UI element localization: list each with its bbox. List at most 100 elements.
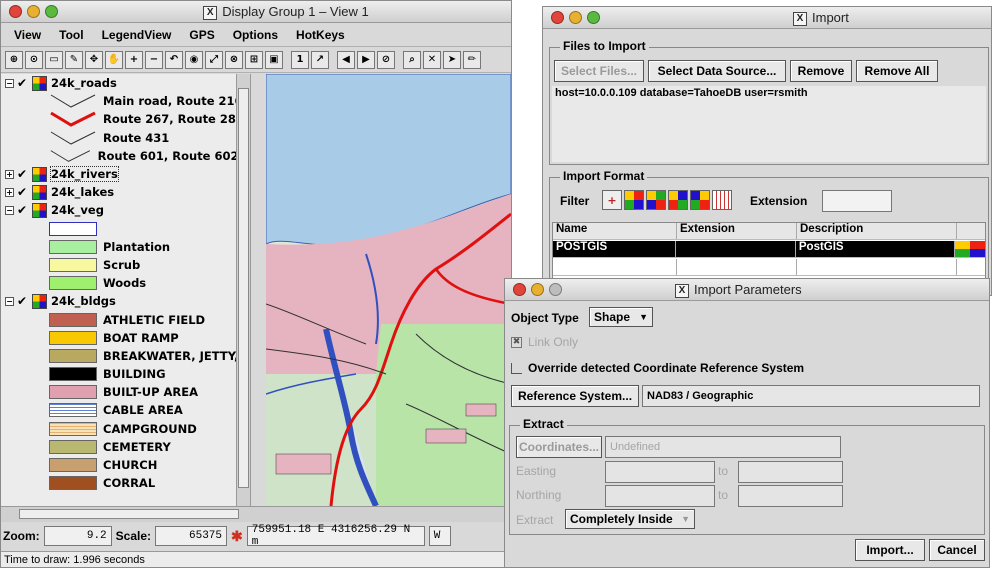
legend-layer[interactable]: − ✔ 24k_roads bbox=[1, 74, 250, 92]
menu-tool[interactable]: Tool bbox=[50, 28, 92, 42]
remove-button[interactable]: Remove bbox=[790, 60, 852, 82]
main-titlebar[interactable]: X Display Group 1 – View 1 bbox=[1, 1, 511, 23]
col-name[interactable]: Name bbox=[553, 223, 677, 239]
zoom-fit-icon[interactable]: ⊙ bbox=[25, 50, 43, 69]
filter-raster-icon[interactable] bbox=[624, 190, 644, 210]
legend-item[interactable]: Plantation bbox=[1, 238, 250, 256]
fit-view-icon[interactable]: ⊞ bbox=[245, 50, 263, 69]
legend-item[interactable]: ATHLETIC FIELD bbox=[1, 310, 250, 328]
expander-icon[interactable]: − bbox=[5, 296, 14, 306]
legend-item[interactable]: Route 267, Route 28… bbox=[1, 110, 250, 128]
search-icon[interactable]: ⌕ bbox=[403, 50, 421, 69]
map-canvas[interactable] bbox=[266, 74, 511, 506]
expander-icon[interactable]: + bbox=[5, 187, 14, 197]
zoom-scale-icon[interactable]: ⊗ bbox=[225, 50, 243, 69]
filter-vector-icon[interactable]: + bbox=[602, 190, 622, 210]
coordinates-button[interactable]: Coordinates... bbox=[516, 436, 602, 458]
legend-item[interactable]: CORRAL bbox=[1, 474, 250, 492]
stop-icon[interactable]: ⊘ bbox=[377, 50, 395, 69]
expander-icon[interactable]: − bbox=[5, 205, 14, 215]
menu-view[interactable]: View bbox=[5, 28, 50, 42]
select-icon[interactable]: ➤ bbox=[443, 50, 461, 69]
reference-system-field[interactable]: NAD83 / Geographic bbox=[642, 385, 980, 407]
extension-field[interactable] bbox=[822, 190, 892, 212]
northing-from-field[interactable] bbox=[605, 485, 715, 507]
select-data-source-button[interactable]: Select Data Source... bbox=[648, 60, 786, 82]
move-icon[interactable]: ✥ bbox=[85, 50, 103, 69]
sketch-icon[interactable]: ✎ bbox=[65, 50, 83, 69]
expander-icon[interactable]: + bbox=[5, 169, 14, 179]
legend-item[interactable]: CABLE AREA bbox=[1, 401, 250, 419]
table-row[interactable]: POSTGIS PostGIS bbox=[553, 241, 985, 258]
forward-icon[interactable]: ▶ bbox=[357, 50, 375, 69]
zoom-in-icon[interactable]: + bbox=[125, 50, 143, 69]
link-only-checkbox[interactable]: ✖ Link Only bbox=[511, 335, 578, 349]
checkmark-icon[interactable]: ✔ bbox=[17, 76, 29, 90]
checkmark-icon[interactable]: ✔ bbox=[17, 167, 29, 181]
zoom-region-icon[interactable]: ⊕ bbox=[5, 50, 23, 69]
filter-shape-icon[interactable] bbox=[668, 190, 688, 210]
legend-layer[interactable]: + ✔ 24k_lakes bbox=[1, 183, 250, 201]
screenshot-icon[interactable]: ▣ bbox=[265, 50, 283, 69]
remove-all-button[interactable]: Remove All bbox=[856, 60, 938, 82]
col-extension[interactable]: Extension bbox=[677, 223, 797, 239]
zoom-out-icon[interactable]: − bbox=[145, 50, 163, 69]
easting-from-field[interactable] bbox=[605, 461, 715, 483]
legend-item[interactable]: BREAKWATER, JETTY, I bbox=[1, 347, 250, 365]
map-view[interactable] bbox=[266, 74, 511, 506]
zoom-prev-icon[interactable]: ↶ bbox=[165, 50, 183, 69]
menu-gps[interactable]: GPS bbox=[180, 28, 223, 42]
scale-field[interactable]: 65375 bbox=[155, 526, 228, 546]
legend-layer[interactable]: − ✔ 24k_veg bbox=[1, 201, 250, 219]
select-files-button[interactable]: Select Files... bbox=[554, 60, 644, 82]
params-titlebar[interactable]: X Import Parameters bbox=[505, 279, 989, 301]
extract-mode-select[interactable]: Completely Inside ▼ bbox=[565, 509, 695, 529]
checkmark-icon[interactable]: ✔ bbox=[17, 294, 29, 308]
import-button[interactable]: Import... bbox=[855, 539, 925, 561]
legend-item[interactable]: Scrub bbox=[1, 256, 250, 274]
legend-item[interactable]: Woods bbox=[1, 274, 250, 292]
import-titlebar[interactable]: X Import bbox=[543, 7, 991, 29]
cancel-button[interactable]: Cancel bbox=[929, 539, 985, 561]
zoom-layer-icon[interactable]: ◉ bbox=[185, 50, 203, 69]
menu-options[interactable]: Options bbox=[224, 28, 287, 42]
legend-scrollbar[interactable] bbox=[236, 74, 250, 506]
override-crs-checkbox[interactable]: Override detected Coordinate Reference S… bbox=[511, 361, 804, 375]
reference-system-button[interactable]: Reference System... bbox=[511, 385, 639, 407]
legend-item[interactable]: CEMETERY bbox=[1, 438, 250, 456]
legend-layer[interactable]: − ✔ 24k_bldgs bbox=[1, 292, 250, 310]
pencil-icon[interactable]: ✏ bbox=[463, 50, 481, 69]
object-type-select[interactable]: Shape ▼ bbox=[589, 307, 653, 327]
legend-item[interactable]: CHURCH bbox=[1, 456, 250, 474]
legend-item[interactable]: Route 431 bbox=[1, 129, 250, 147]
easting-to-field[interactable] bbox=[738, 461, 843, 483]
table-row[interactable] bbox=[553, 259, 985, 276]
zoom-field[interactable]: 9.2 bbox=[43, 526, 112, 546]
legend-item[interactable]: Route 601, Route 602… bbox=[1, 147, 250, 165]
filter-database-icon[interactable] bbox=[712, 190, 732, 210]
north-arrow-icon[interactable]: ↗ bbox=[311, 50, 329, 69]
northing-to-field[interactable] bbox=[738, 485, 843, 507]
pan-icon[interactable]: ✋ bbox=[105, 50, 123, 69]
legend-item[interactable] bbox=[1, 220, 250, 238]
map-hscrollbar[interactable] bbox=[1, 506, 511, 522]
checkmark-icon[interactable]: ✔ bbox=[17, 203, 29, 217]
filter-cad-icon[interactable] bbox=[646, 190, 666, 210]
legend-item[interactable]: BUILDING bbox=[1, 365, 250, 383]
filter-tin-icon[interactable] bbox=[690, 190, 710, 210]
menu-legendview[interactable]: LegendView bbox=[93, 28, 181, 42]
legend-item[interactable]: CAMPGROUND bbox=[1, 420, 250, 438]
expander-icon[interactable]: − bbox=[5, 78, 14, 88]
legend-item[interactable]: BUILT-UP AREA bbox=[1, 383, 250, 401]
checkmark-icon[interactable]: ✔ bbox=[17, 185, 29, 199]
legend-layer[interactable]: + ✔ 24k_rivers bbox=[1, 165, 250, 183]
legend-item[interactable]: Main road, Route 216 bbox=[1, 92, 250, 110]
legend-item[interactable]: BOAT RAMP bbox=[1, 329, 250, 347]
menu-hotkeys[interactable]: HotKeys bbox=[287, 28, 354, 42]
window-icon[interactable]: ▭ bbox=[45, 50, 63, 69]
delete-icon[interactable]: ✕ bbox=[423, 50, 441, 69]
one-to-one-icon[interactable]: 1 bbox=[291, 50, 309, 69]
col-description[interactable]: Description bbox=[797, 223, 957, 239]
zoom-full-icon[interactable]: ⤢ bbox=[205, 50, 223, 69]
files-list[interactable]: host=10.0.0.109 database=TahoeDB user=rs… bbox=[552, 86, 986, 162]
